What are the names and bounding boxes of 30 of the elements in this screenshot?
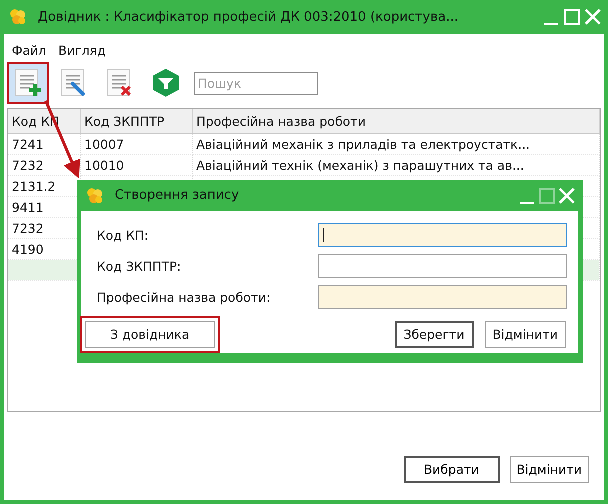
close-icon[interactable] [584,8,602,26]
table-cell: 7232 [8,154,80,176]
dialog-title: Створення запису [115,188,240,203]
input-field[interactable] [318,254,567,278]
column-header[interactable]: Професійна назва роботи [192,109,600,134]
dialog-button[interactable]: Зберегти [394,321,474,348]
field-label: Професійна назва роботи: [97,290,272,304]
window-title: Довідник : Класифікатор професій ДК 003:2010 (користува... [38,10,460,24]
flower-logo-icon [85,186,103,204]
menu-item[interactable]: Вигляд [58,42,106,58]
dialog-button[interactable]: Відмінити [484,321,566,348]
filter-icon [150,67,182,99]
footer-button[interactable]: Вибрати [404,456,500,483]
table-cell: 10007 [80,134,192,154]
field-label: Код КП: [97,228,150,242]
flower-logo-icon [8,8,26,26]
column-header[interactable]: Код ЗКППТР [80,109,192,134]
table-cell: Авіаційний механік з приладів та електроустатк... [192,134,600,154]
input-field[interactable] [318,223,567,247]
menu-item[interactable]: Файл [12,42,47,58]
input-field[interactable] [318,285,567,309]
close-icon[interactable] [558,186,576,204]
search-field[interactable]: Пошук [194,72,318,94]
dialog-button[interactable]: З довідника [85,321,215,348]
table-cell: 7241 [8,134,80,154]
table-cell: 10010 [80,154,192,176]
footer-button[interactable]: Відмінити [510,456,589,483]
toolbar-button[interactable] [7,62,49,104]
field-label: Код ЗКППТР: [97,258,182,274]
table-cell: Авіаційний технік (механік) з парашутних та ав... [192,154,600,176]
